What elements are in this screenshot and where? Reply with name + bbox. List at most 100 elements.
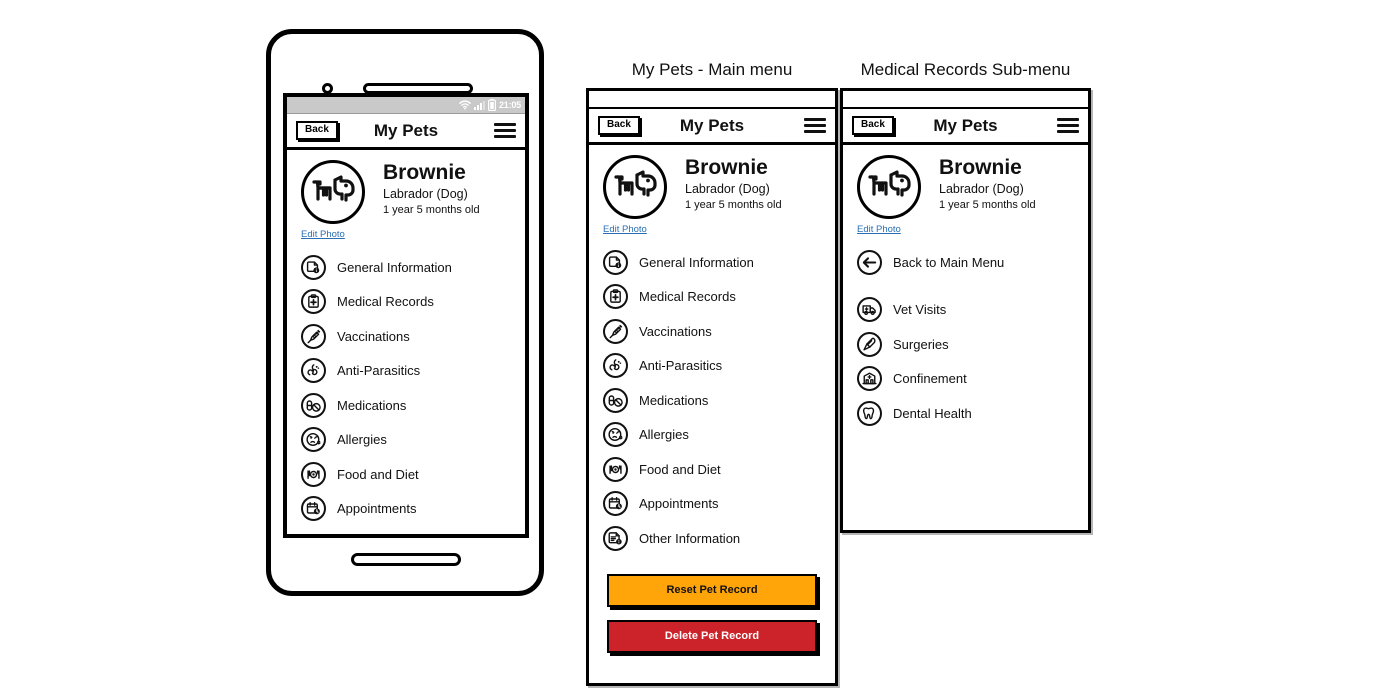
- hamburger-icon[interactable]: [804, 118, 826, 133]
- menu-item-other-information[interactable]: Other Information: [603, 521, 835, 556]
- edit-photo-link[interactable]: Edit Photo: [301, 229, 345, 240]
- menu-item-label: Anti-Parasitics: [337, 363, 421, 379]
- document-list-icon: [603, 525, 628, 551]
- scalpel-icon: [857, 331, 882, 357]
- menu-item-vaccinations[interactable]: Vaccinations: [603, 314, 835, 349]
- calendar-clock-icon: [301, 496, 326, 522]
- wifi-icon: [459, 100, 471, 110]
- syringe-icon: [603, 318, 628, 344]
- delete-pet-record-button[interactable]: Delete Pet Record: [607, 619, 817, 653]
- main-menu-list: General Information Medical Records Vaccin…: [589, 237, 835, 556]
- pet-age: 1 year 5 months old: [939, 199, 1036, 212]
- dog-icon: [311, 175, 355, 209]
- dog-icon: [867, 170, 911, 204]
- edit-photo-link[interactable]: Edit Photo: [857, 224, 901, 235]
- menu-item-label: Vaccinations: [337, 328, 410, 344]
- menu-item-back[interactable]: Back to Main Menu: [857, 245, 1088, 280]
- menu-item-label: Confinement: [893, 371, 967, 387]
- menu-item-food-and-diet[interactable]: Food and Diet: [301, 457, 525, 492]
- menu-item-anti-parasitics[interactable]: Anti-Parasitics: [301, 354, 525, 389]
- menu-item-label: Food and Diet: [337, 466, 419, 482]
- menu-item-anti-parasitics[interactable]: Anti-Parasitics: [603, 349, 835, 384]
- pet-breed: Labrador (Dog): [939, 182, 1024, 197]
- document-info-icon: [603, 249, 628, 275]
- menu-item-label: General Information: [337, 259, 452, 275]
- status-bar: [589, 91, 835, 109]
- sub-menu-caption: Medical Records Sub-menu: [860, 60, 1071, 79]
- menu-item-label: Medications: [337, 397, 407, 413]
- menu-item-surgeries[interactable]: Surgeries: [857, 327, 1088, 362]
- status-time: 21:05: [498, 100, 521, 110]
- menu-item-food-and-diet[interactable]: Food and Diet: [603, 452, 835, 487]
- pills-icon: [301, 392, 326, 418]
- syringe-icon: [301, 323, 326, 349]
- clipboard-medical-icon: [603, 284, 628, 310]
- menu-item-general-information[interactable]: General Information: [603, 245, 835, 280]
- pet-breed: Labrador (Dog): [383, 187, 468, 202]
- pet-breed: Labrador (Dog): [685, 182, 770, 197]
- menu-item-appointments[interactable]: Appointments: [603, 487, 835, 522]
- phone-home-button[interactable]: [351, 553, 461, 566]
- battery-icon: [487, 99, 496, 111]
- menu-item-medications[interactable]: Medications: [301, 388, 525, 423]
- hospital-icon: [857, 366, 882, 392]
- menu-item-label: Surgeries: [893, 336, 949, 352]
- menu-item-vet-visits[interactable]: Vet Visits: [857, 293, 1088, 328]
- menu-item-label: Anti-Parasitics: [639, 358, 723, 374]
- tooth-icon: [857, 400, 882, 426]
- avatar[interactable]: [857, 155, 921, 219]
- food-plate-icon: [301, 461, 326, 487]
- pills-icon: [603, 387, 628, 413]
- signal-icon: [473, 100, 485, 110]
- pet-age: 1 year 5 months old: [383, 204, 480, 217]
- main-menu-list: General Information Medical Records Vaccin…: [287, 242, 525, 526]
- menu-item-medications[interactable]: Medications: [603, 383, 835, 418]
- phone-screen: 21:05 Back My Pets Edit Photo Brownie La…: [283, 93, 529, 538]
- menu-item-label: Back to Main Menu: [893, 254, 1005, 270]
- menu-item-label: Vet Visits: [893, 302, 947, 318]
- back-button[interactable]: Back: [296, 121, 338, 140]
- edit-photo-link[interactable]: Edit Photo: [603, 224, 647, 235]
- menu-item-label: Allergies: [337, 432, 387, 448]
- avatar[interactable]: [603, 155, 667, 219]
- pet-name: Brownie: [383, 161, 466, 184]
- sneezing-face-icon: [301, 427, 326, 453]
- clipboard-medical-icon: [301, 289, 326, 315]
- menu-separator: [857, 280, 1088, 293]
- pet-header: Edit Photo Brownie Labrador (Dog) 1 year…: [843, 145, 1088, 237]
- pet-header: Edit Photo Brownie Labrador (Dog) 1 year…: [589, 145, 835, 237]
- menu-item-label: General Information: [639, 254, 754, 270]
- avatar[interactable]: [301, 160, 365, 224]
- phone-mockup: 21:05 Back My Pets Edit Photo Brownie La…: [266, 29, 544, 596]
- menu-item-vaccinations[interactable]: Vaccinations: [301, 319, 525, 354]
- menu-item-medical-records[interactable]: Medical Records: [301, 285, 525, 320]
- pet-age: 1 year 5 months old: [685, 199, 782, 212]
- menu-item-label: Medical Records: [337, 294, 434, 310]
- main-menu-caption: My Pets - Main menu: [631, 60, 793, 79]
- menu-item-confinement[interactable]: Confinement: [857, 362, 1088, 397]
- menu-item-allergies[interactable]: Allergies: [603, 418, 835, 453]
- menu-item-label: Medications: [639, 392, 709, 408]
- back-button[interactable]: Back: [852, 116, 894, 135]
- back-button[interactable]: Back: [598, 116, 640, 135]
- arrow-left-icon: [857, 249, 882, 275]
- app-bar: Back My Pets: [843, 109, 1088, 145]
- calendar-clock-icon: [603, 491, 628, 517]
- hamburger-icon[interactable]: [1057, 118, 1079, 133]
- pet-name: Brownie: [685, 156, 768, 179]
- hamburger-icon[interactable]: [494, 123, 516, 138]
- menu-item-appointments[interactable]: Appointments: [301, 492, 525, 527]
- food-plate-icon: [603, 456, 628, 482]
- menu-item-label: Dental Health: [893, 405, 972, 421]
- menu-item-label: Other Information: [639, 530, 741, 546]
- menu-item-general-information[interactable]: General Information: [301, 250, 525, 285]
- wireframe-canvas: 21:05 Back My Pets Edit Photo Brownie La…: [0, 0, 1400, 700]
- sub-menu-panel: Back My Pets Edit Photo Brownie Labrador…: [840, 88, 1091, 533]
- menu-item-dental-health[interactable]: Dental Health: [857, 396, 1088, 431]
- menu-item-allergies[interactable]: Allergies: [301, 423, 525, 458]
- status-bar: [843, 91, 1088, 109]
- dog-icon: [613, 170, 657, 204]
- reset-pet-record-button[interactable]: Reset Pet Record: [607, 573, 817, 607]
- menu-item-label: Appointments: [639, 496, 719, 512]
- menu-item-medical-records[interactable]: Medical Records: [603, 280, 835, 315]
